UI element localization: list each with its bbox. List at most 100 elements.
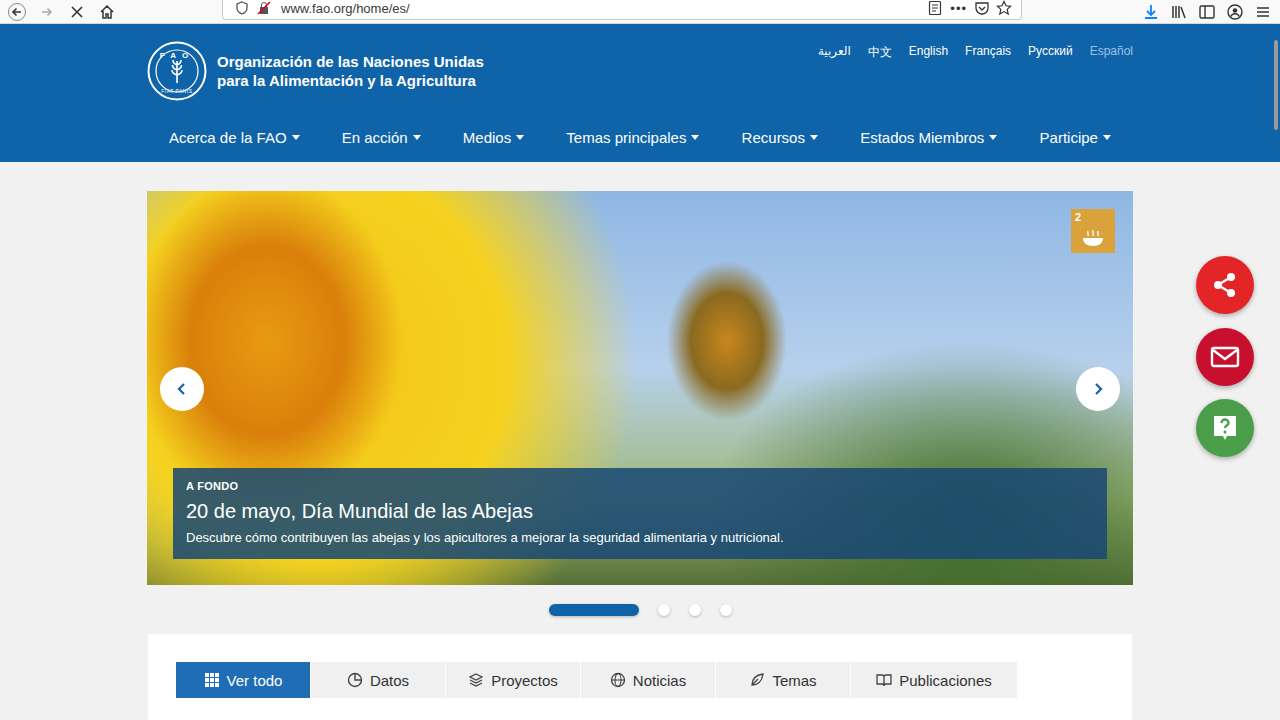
- sdg-number[interactable]: 2: [1075, 212, 1081, 223]
- language-switcher: العربية 中文 English Français Русский Español: [818, 41, 1133, 101]
- nav-menu-item[interactable]: Medios: [463, 129, 524, 146]
- home-icon[interactable]: [96, 1, 118, 23]
- nav-menu-item[interactable]: Temas principales: [566, 129, 699, 146]
- url-text[interactable]: www.fao.org/home/es/: [281, 1, 410, 16]
- sidebar-icon[interactable]: [1196, 1, 1218, 23]
- star-icon[interactable]: [993, 0, 1015, 19]
- reader-view-icon[interactable]: [924, 0, 946, 19]
- caption-title[interactable]: 20 de mayo, Día Mundial de las Abejas: [186, 500, 1093, 523]
- menu-icon[interactable]: [1252, 1, 1274, 23]
- filter-tab[interactable]: Noticias: [581, 662, 715, 698]
- header-top: FAO FIAT PANIS Organización de las Nacione…: [147, 24, 1133, 101]
- layers-icon: [468, 672, 484, 688]
- page-actions-button[interactable]: •••: [950, 1, 967, 16]
- chevron-right-icon: [1087, 378, 1109, 400]
- browser-toolbar: www.fao.org/home/es/ •••: [0, 0, 1280, 24]
- slide-indicators: [147, 585, 1133, 634]
- language-link[interactable]: العربية: [818, 44, 851, 101]
- fao-brand[interactable]: FAO FIAT PANIS Organización de las Nacione…: [147, 41, 484, 101]
- filter-tab[interactable]: Proyectos: [446, 662, 580, 698]
- filter-tab[interactable]: Temas: [716, 662, 850, 698]
- globe-icon: [610, 672, 626, 688]
- nav-menu-label[interactable]: Participe: [1040, 129, 1098, 146]
- nav-menu-item[interactable]: Estados Miembros: [860, 129, 997, 146]
- address-bar[interactable]: www.fao.org/home/es/ •••: [222, 0, 1022, 20]
- share-icon: [1210, 270, 1240, 300]
- dropdown-caret-icon[interactable]: [1103, 135, 1111, 140]
- scrollbar[interactable]: [1274, 40, 1278, 130]
- slide-indicator[interactable]: [658, 604, 670, 616]
- logo-motto: FIAT PANIS: [161, 88, 193, 94]
- filter-tab-label[interactable]: Noticias: [633, 672, 686, 689]
- nav-menu-label[interactable]: En acción: [342, 129, 408, 146]
- organization-name-line[interactable]: para la Alimentación y la Agricultura: [217, 71, 484, 90]
- insecure-lock-icon: [253, 0, 275, 19]
- nav-menu-label[interactable]: Recursos: [742, 129, 805, 146]
- sdg-badge[interactable]: 2: [1071, 209, 1115, 253]
- organization-name-line[interactable]: Organización de las Naciones Unidas: [217, 52, 484, 71]
- nav-menu-item[interactable]: En acción: [342, 129, 421, 146]
- toolbar-right: [1022, 1, 1280, 23]
- main-content: 2 A FONDO20 de mayo, Día Mundial de las A…: [147, 162, 1133, 720]
- question-bubble-icon: [1210, 413, 1240, 443]
- nav-menu-label[interactable]: Acerca de la FAO: [169, 129, 287, 146]
- nav-menu-item[interactable]: Acerca de la FAO: [169, 129, 300, 146]
- caption-description: Descubre cómo contribuyen las abejas y l…: [186, 530, 1093, 545]
- chevron-left-icon: [171, 378, 193, 400]
- organization-name[interactable]: Organización de las Naciones Unidaspara …: [217, 52, 484, 90]
- dropdown-caret-icon[interactable]: [413, 135, 421, 140]
- slide-caption[interactable]: A FONDO20 de mayo, Día Mundial de las Ab…: [173, 468, 1107, 559]
- filter-tab[interactable]: Publicaciones: [851, 662, 1017, 698]
- nav-menu-label[interactable]: Temas principales: [566, 129, 686, 146]
- filter-tab[interactable]: Datos: [311, 662, 445, 698]
- dropdown-caret-icon[interactable]: [989, 135, 997, 140]
- previous-slide-button[interactable]: [160, 367, 204, 411]
- dropdown-caret-icon[interactable]: [810, 135, 818, 140]
- library-icon[interactable]: [1168, 1, 1190, 23]
- logo-letters: FAO: [160, 51, 194, 60]
- dropdown-caret-icon[interactable]: [292, 135, 300, 140]
- language-link[interactable]: Français: [965, 44, 1011, 101]
- filter-tab-label[interactable]: Publicaciones: [899, 672, 992, 689]
- grid-icon: [204, 672, 220, 688]
- filter-tabs: Ver todo Datos Proyectos Noticias Temas Publi…: [176, 662, 1104, 698]
- pocket-icon[interactable]: [971, 0, 993, 19]
- header-inner: FAO FIAT PANIS Organización de las Nacione…: [147, 24, 1133, 162]
- nav-menu-item[interactable]: Participe: [1040, 129, 1111, 146]
- main-nav: Acerca de la FAO En acción Medios Temas pri…: [147, 129, 1133, 146]
- dropdown-caret-icon[interactable]: [691, 135, 699, 140]
- filter-tab-label[interactable]: Ver todo: [227, 672, 283, 689]
- language-link[interactable]: Русский: [1028, 44, 1073, 101]
- filter-tab[interactable]: Ver todo: [176, 662, 310, 698]
- stop-icon[interactable]: [66, 1, 88, 23]
- next-slide-button[interactable]: [1076, 367, 1120, 411]
- filter-tab-label[interactable]: Proyectos: [491, 672, 558, 689]
- content-filter-card: Ver todo Datos Proyectos Noticias Temas Publi…: [148, 634, 1132, 720]
- forward-arrow-icon[interactable]: [36, 1, 58, 23]
- mail-button[interactable]: [1196, 328, 1254, 386]
- nav-menu-item[interactable]: Recursos: [742, 129, 818, 146]
- filter-tab-label[interactable]: Datos: [370, 672, 409, 689]
- pie-chart-icon: [347, 672, 363, 688]
- language-link[interactable]: English: [909, 44, 948, 101]
- language-link[interactable]: 中文: [868, 44, 892, 101]
- back-arrow-icon[interactable]: [6, 1, 28, 23]
- envelope-icon: [1210, 342, 1240, 372]
- filter-tab-label[interactable]: Temas: [772, 672, 816, 689]
- slide-indicator[interactable]: [549, 604, 639, 616]
- dropdown-caret-icon[interactable]: [516, 135, 524, 140]
- book-icon: [876, 672, 892, 688]
- download-icon[interactable]: [1140, 1, 1162, 23]
- help-button[interactable]: [1196, 399, 1254, 457]
- share-button[interactable]: [1196, 256, 1254, 314]
- nav-menu-label[interactable]: Medios: [463, 129, 511, 146]
- slide-indicator[interactable]: [720, 604, 732, 616]
- shield-icon: [231, 0, 253, 19]
- account-icon[interactable]: [1224, 1, 1246, 23]
- nav-menu-label[interactable]: Estados Miembros: [860, 129, 984, 146]
- fao-logo-icon: FAO FIAT PANIS: [147, 41, 207, 101]
- site-header: FAO FIAT PANIS Organización de las Nacione…: [0, 24, 1280, 162]
- language-link[interactable]: Español: [1090, 44, 1133, 101]
- slide-indicator[interactable]: [689, 604, 701, 616]
- hero-carousel[interactable]: 2 A FONDO20 de mayo, Día Mundial de las A…: [147, 191, 1133, 585]
